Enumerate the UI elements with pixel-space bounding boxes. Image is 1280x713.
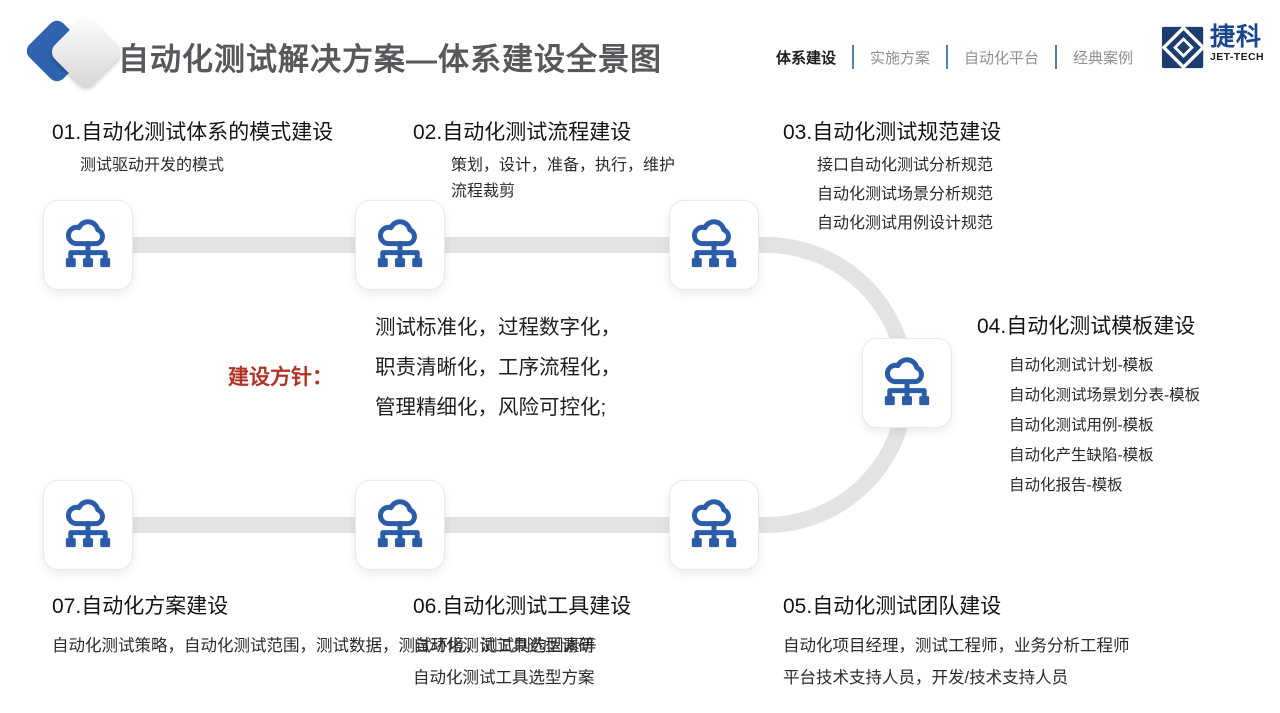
policy-lines: 测试标准化，过程数字化， 职责清晰化，工序流程化， 管理精细化，风险可控化; bbox=[375, 308, 621, 428]
step-01-heading: 01.自动化测试体系的模式建设 bbox=[52, 116, 333, 146]
step-02-node bbox=[355, 200, 445, 290]
step-01-details: 测试驱动开发的模式 bbox=[80, 153, 224, 179]
step-04-heading: 04.自动化测试模板建设 bbox=[977, 310, 1195, 340]
step-06-node bbox=[355, 480, 445, 570]
step-02-heading: 02.自动化测试流程建设 bbox=[413, 116, 631, 146]
slide: 自动化测试解决方案—体系建设全景图 体系建设 实施方案 自动化平台 经典案例 捷… bbox=[0, 0, 1280, 713]
step-02-details: 策划，设计，准备，执行，维护 流程裁剪 bbox=[451, 153, 675, 205]
step-07-heading: 07.自动化方案建设 bbox=[52, 590, 228, 620]
cloud-network-icon bbox=[59, 218, 117, 271]
step-01-node bbox=[43, 200, 133, 290]
step-05-details: 自动化项目经理，测试工程师，业务分析工程师 平台技术支持人员，开发/技术支持人员 bbox=[783, 630, 1130, 694]
step-07-node bbox=[43, 480, 133, 570]
step-03-node bbox=[669, 200, 759, 290]
cloud-network-icon bbox=[371, 218, 429, 271]
cloud-network-icon bbox=[878, 356, 936, 409]
step-03-details: 接口自动化测试分析规范 自动化测试场景分析规范 自动化测试用例设计规范 bbox=[817, 151, 993, 238]
cloud-network-icon bbox=[685, 498, 743, 551]
policy-label: 建设方针： bbox=[228, 361, 333, 391]
step-05-heading: 05.自动化测试团队建设 bbox=[783, 590, 1001, 620]
step-04-node bbox=[862, 338, 952, 428]
step-04-details: 自动化测试计划-模板 自动化测试场景划分表-模板 自动化测试用例-模板 自动化产… bbox=[1009, 351, 1200, 501]
cloud-network-icon bbox=[59, 498, 117, 551]
step-07-details: 自动化测试策略，自动化测试范围，测试数据，测试环境，测试制约因素等 bbox=[52, 630, 352, 662]
cloud-network-icon bbox=[371, 498, 429, 551]
step-05-node bbox=[669, 480, 759, 570]
step-06-heading: 06.自动化测试工具建设 bbox=[413, 590, 631, 620]
cloud-network-icon bbox=[685, 218, 743, 271]
step-03-heading: 03.自动化测试规范建设 bbox=[783, 116, 1001, 146]
